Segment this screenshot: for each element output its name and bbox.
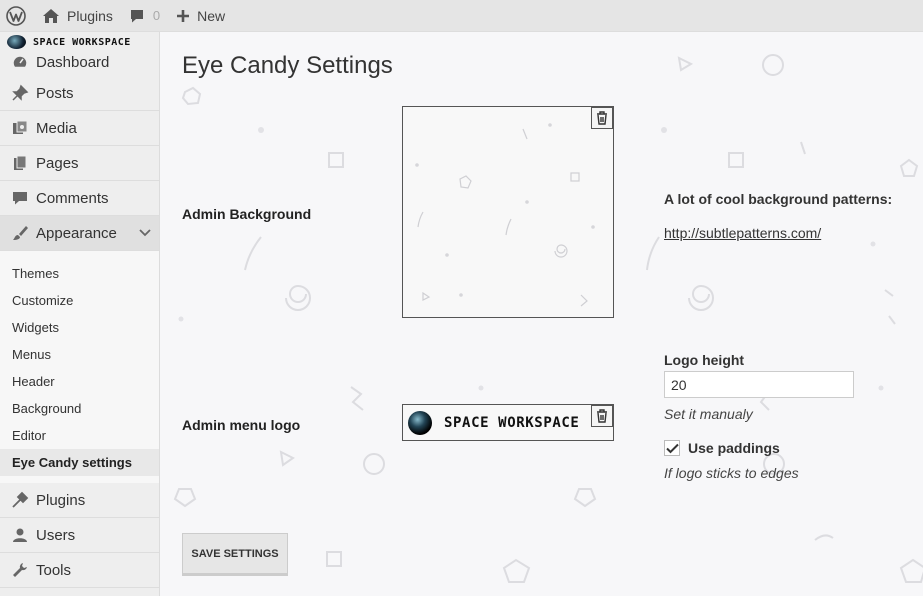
plugin-icon [10,490,30,510]
dashboard-icon [10,52,30,72]
main-content: Eye Candy Settings Admin Background A lo… [161,32,923,596]
user-icon [10,525,30,545]
pushpin-icon [10,83,30,103]
sidebar-logo-text: Space Workspace [33,36,131,48]
home-icon [43,8,59,23]
admin-bar: Plugins 0 New [0,0,923,32]
submenu-item-customize[interactable]: Customize [0,287,159,314]
use-paddings-option[interactable]: Use paddings [664,440,780,456]
admin-menu-logo-preview[interactable]: Space Workspace [402,404,614,441]
submenu-item-editor[interactable]: Editor [0,422,159,449]
appearance-submenu: Themes Customize Widgets Menus Header Ba… [0,251,159,483]
sidebar-item-posts[interactable]: Posts [0,76,159,111]
patterns-info-title: A lot of cool background patterns: [664,191,893,207]
sidebar-item-label: Pages [36,154,79,172]
pages-icon [10,153,30,173]
trash-icon [597,409,607,423]
sidebar-item-pages[interactable]: Pages [0,146,159,181]
admin-menu-logo-label: Admin menu logo [182,417,301,433]
sidebar-item-users[interactable]: Users [0,518,159,553]
pattern-preview-image [415,123,595,307]
use-paddings-checkbox[interactable] [664,440,680,456]
sidebar-item-label: Appearance [36,224,117,242]
submenu-item-eye-candy-settings[interactable]: Eye Candy settings [0,449,159,476]
admin-sidebar: Space Workspace Dashboard Posts Media Pa… [0,32,160,596]
logo-height-hint: Set it manualy [664,406,753,422]
paintbrush-icon [10,223,30,243]
logo-preview-text: Space Workspace [444,414,580,431]
new-label: New [197,7,226,24]
sidebar-item-label: Dashboard [36,53,110,71]
sidebar-item-tools[interactable]: Tools [0,553,159,588]
admin-background-preview[interactable] [402,106,614,318]
page-title: Eye Candy Settings [182,52,393,79]
sidebar-item-label: Plugins [36,491,86,509]
comments-link[interactable]: 0 [121,0,168,32]
checkmark-icon [665,443,679,453]
site-name: Plugins [67,7,113,24]
comment-bubble-icon [130,9,143,22]
sidebar-item-label: Tools [36,561,72,579]
sidebar-item-dashboard[interactable]: Dashboard [0,48,159,76]
sidebar-item-label: Users [36,526,76,544]
submenu-item-header[interactable]: Header [0,368,159,395]
new-content-button[interactable]: New [168,0,233,32]
sidebar-item-label: Media [36,119,77,137]
planet-logo-icon [408,410,432,435]
save-settings-button[interactable]: Save Settings [182,533,288,574]
submenu-item-themes[interactable]: Themes [0,260,159,287]
wrench-icon [10,560,30,580]
comments-count: 0 [152,8,161,23]
media-icon [10,118,30,138]
logo-height-input[interactable] [664,371,854,398]
trash-icon [597,111,607,125]
sidebar-item-media[interactable]: Media [0,111,159,146]
sidebar-item-appearance[interactable]: Appearance [0,216,159,251]
logo-height-label: Logo height [664,352,745,368]
sidebar-item-label: Comments [36,189,109,207]
chevron-down-icon [139,229,151,237]
admin-background-label: Admin Background [182,206,312,222]
planet-logo-icon [7,35,26,49]
sidebar-item-plugins[interactable]: Plugins [0,483,159,518]
submenu-item-background[interactable]: Background [0,395,159,422]
submenu-item-menus[interactable]: Menus [0,341,159,368]
sidebar-item-label: Posts [36,84,74,102]
wordpress-logo-button[interactable] [0,0,34,32]
subtlepatterns-link[interactable]: http://subtlepatterns.com/ [664,225,821,241]
plus-icon [177,9,190,22]
comment-icon [10,188,30,208]
site-name-link[interactable]: Plugins [34,0,121,32]
submenu-item-widgets[interactable]: Widgets [0,314,159,341]
use-paddings-hint: If logo sticks to edges [664,465,799,481]
use-paddings-label: Use paddings [688,440,780,456]
sidebar-item-comments[interactable]: Comments [0,181,159,216]
remove-background-button[interactable] [591,107,613,129]
wordpress-logo-icon [6,5,26,26]
remove-logo-button[interactable] [591,405,613,427]
